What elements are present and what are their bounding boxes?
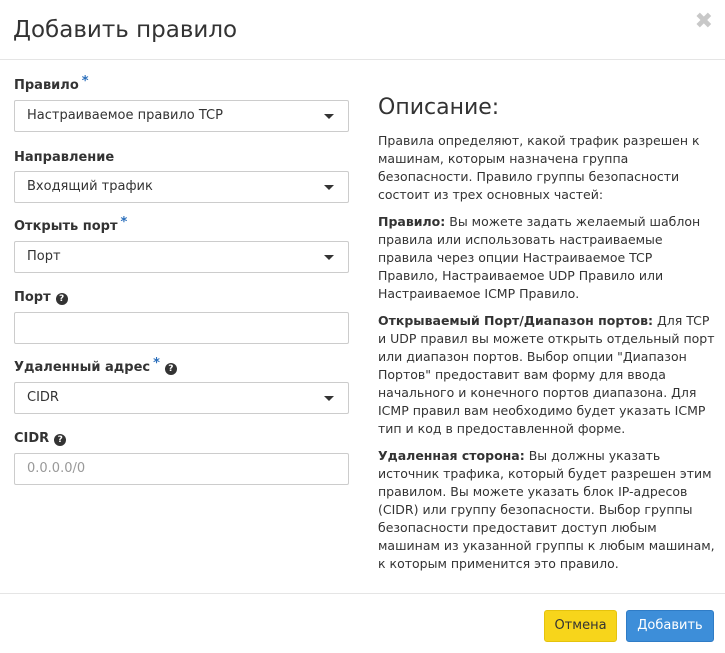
description-rule-title: Правило: xyxy=(378,214,446,229)
description-port-title: Открываемый Порт/Диапазон портов: xyxy=(378,313,654,328)
direction-label-text: Направление xyxy=(14,150,115,165)
add-button[interactable]: Добавить xyxy=(626,610,714,642)
direction-select[interactable]: Входящий трафик xyxy=(14,171,349,203)
remote-select[interactable]: CIDR xyxy=(14,382,349,414)
caret-down-icon xyxy=(324,185,334,190)
remote-label: Удаленный адрес *? xyxy=(14,356,177,376)
modal-footer: Отмена Добавить xyxy=(0,593,725,653)
close-icon[interactable]: ✖ xyxy=(695,11,713,33)
description-heading: Описание: xyxy=(378,95,500,120)
open-port-select-value: Порт xyxy=(27,249,61,264)
add-rule-modal: Добавить правило ✖ Правило * Настраиваемо… xyxy=(0,0,725,653)
open-port-select[interactable]: Порт xyxy=(14,241,349,273)
description-panel: Описание: Правила определяют, какой траф… xyxy=(378,94,716,582)
rule-select[interactable]: Настраиваемое правило TCP xyxy=(14,100,349,132)
open-port-label: Открыть порт * xyxy=(14,215,127,235)
modal-header: Добавить правило ✖ xyxy=(0,0,725,60)
question-circle-icon[interactable]: ? xyxy=(54,434,67,446)
rule-select-value: Настраиваемое правило TCP xyxy=(27,108,223,123)
rule-label-text: Правило xyxy=(14,78,79,93)
description-port-text: Для TCP и UDP правил вы можете открыть о… xyxy=(378,313,715,436)
modal-title: Добавить правило xyxy=(13,17,238,43)
required-marker: * xyxy=(120,215,128,230)
cidr-input-placeholder: 0.0.0.0/0 xyxy=(27,461,86,476)
description-remote: Удаленная сторона: Вы должны указать ист… xyxy=(378,447,716,573)
cancel-button[interactable]: Отмена xyxy=(544,610,617,642)
description-rule: Правило: Вы можете задать желаемый шабло… xyxy=(378,213,716,303)
required-marker: * xyxy=(81,74,89,89)
description-port: Открываемый Порт/Диапазон портов: Для TC… xyxy=(378,312,716,438)
required-marker: * xyxy=(153,356,160,371)
direction-select-value: Входящий трафик xyxy=(27,179,153,194)
description-intro: Правила определяют, какой трафик разреше… xyxy=(378,133,700,202)
direction-label: Направление xyxy=(14,150,114,166)
cidr-label-text: CIDR xyxy=(14,431,50,446)
rule-label: Правило * xyxy=(14,74,89,94)
caret-down-icon xyxy=(324,114,334,119)
port-label: Порт? xyxy=(14,290,68,306)
port-input[interactable] xyxy=(14,312,349,344)
description-remote-text: Вы должны указать источник трафика, кото… xyxy=(378,448,715,571)
remote-select-value: CIDR xyxy=(27,390,59,405)
question-circle-icon[interactable]: ? xyxy=(164,363,177,375)
question-circle-icon[interactable]: ? xyxy=(55,293,68,305)
open-port-label-text: Открыть порт xyxy=(14,219,118,234)
cidr-label: CIDR? xyxy=(14,431,67,447)
cidr-input[interactable]: 0.0.0.0/0 xyxy=(14,453,349,485)
port-label-text: Порт xyxy=(14,290,51,305)
caret-down-icon xyxy=(324,396,334,401)
remote-label-text: Удаленный адрес xyxy=(14,360,151,375)
caret-down-icon xyxy=(324,255,334,260)
description-remote-title: Удаленная сторона: xyxy=(378,448,525,463)
